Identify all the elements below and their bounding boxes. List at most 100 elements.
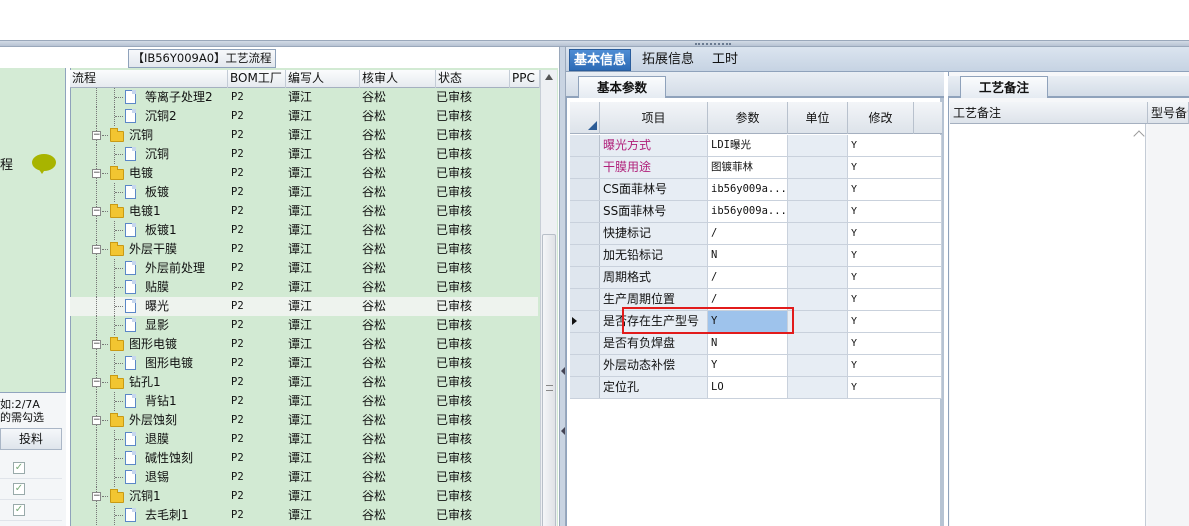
process-row[interactable]: − 外层干膜 P2 谭江 谷松 已审核 [70,240,538,259]
process-row[interactable]: − 外层蚀刻 P2 谭江 谷松 已审核 [70,411,538,430]
row-selector[interactable] [570,223,600,244]
process-header-col-writer[interactable]: 编写人 [286,70,360,88]
params-row[interactable]: 外层动态补偿 Y Y [570,355,942,377]
process-row[interactable]: 显影 P2 谭江 谷松 已审核 [70,316,538,335]
collapse-icon[interactable]: − [92,131,101,140]
feed-checkbox-row[interactable]: ✓ [0,500,62,521]
panel-splitter[interactable] [559,47,566,526]
param-item: 周期格式 [600,267,708,288]
scroll-thumb[interactable] [542,234,556,526]
process-row[interactable]: 退膜 P2 谭江 谷松 已审核 [70,430,538,449]
process-header-col-reviewer[interactable]: 核审人 [360,70,436,88]
collapse-icon[interactable]: − [92,169,101,178]
process-row[interactable]: 去毛刺1 P2 谭江 谷松 已审核 [70,506,538,525]
params-row[interactable]: 是否有负焊盘 N Y [570,333,942,355]
params-row[interactable]: 快捷标记 / Y [570,223,942,245]
feed-checkbox-row[interactable]: ✓ [0,458,62,479]
process-header-col-flow[interactable]: 流程 [70,70,228,88]
row-selector[interactable] [570,289,600,310]
process-row[interactable]: − 沉铜1 P2 谭江 谷松 已审核 [70,487,538,506]
row-selector[interactable] [570,377,600,398]
params-row[interactable]: SS面菲林号 ib56y009a... Y [570,201,942,223]
param-value[interactable]: Y [708,355,788,376]
params-header-param[interactable]: 参数 [708,102,788,134]
scroll-up-icon[interactable] [545,74,553,80]
params-header-modify[interactable]: 修改 [848,102,914,134]
collapse-icon[interactable]: − [92,340,101,349]
process-notes-body[interactable] [950,124,1146,526]
comment-icon[interactable] [32,154,56,174]
param-value[interactable]: LDI曝光 [708,135,788,156]
process-scrollbar[interactable] [540,70,557,526]
process-row[interactable]: 沉铜2 P2 谭江 谷松 已审核 [70,107,538,126]
process-row[interactable]: 贴膜 P2 谭江 谷松 已审核 [70,278,538,297]
collapse-icon[interactable]: − [92,492,101,501]
process-row[interactable]: 板镀1 P2 谭江 谷松 已审核 [70,221,538,240]
process-header-col-bom[interactable]: BOM工厂 [228,70,286,88]
row-selector[interactable] [570,267,600,288]
param-value[interactable]: / [708,223,788,244]
model-notes-body[interactable] [1148,124,1189,526]
process-row[interactable]: 曝光 P2 谭江 谷松 已审核 [70,297,538,316]
process-row[interactable]: 碱性蚀刻 P2 谭江 谷松 已审核 [70,449,538,468]
params-header-unit[interactable]: 单位 [788,102,848,134]
row-selector[interactable] [570,355,600,376]
params-row[interactable]: 曝光方式 LDI曝光 Y [570,135,942,157]
row-selector[interactable] [570,245,600,266]
process-row[interactable]: 图形电镀 P2 谭江 谷松 已审核 [70,354,538,373]
process-row[interactable]: − 电镀1 P2 谭江 谷松 已审核 [70,202,538,221]
param-value[interactable]: LO [708,377,788,398]
tab-process-notes[interactable]: 工艺备注 [960,76,1048,98]
process-header-col-status[interactable]: 状态 [436,70,510,88]
tab-basic-params[interactable]: 基本参数 [578,76,666,98]
params-row[interactable]: 加无铅标记 N Y [570,245,942,267]
param-value[interactable]: N [708,245,788,266]
feed-checkbox[interactable]: ✓ [13,462,25,474]
param-value[interactable]: ib56y009a... [708,179,788,200]
params-row[interactable]: 干膜用途 图镀菲林 Y [570,157,942,179]
params-header-item[interactable]: 项目 [600,102,708,134]
row-selector[interactable] [570,157,600,178]
process-notes-column[interactable]: 工艺备注 [950,102,1148,124]
row-selector[interactable] [570,135,600,156]
row-selector[interactable] [570,179,600,200]
splitter-grip[interactable] [695,43,731,46]
param-value[interactable]: / [708,267,788,288]
feed-checkbox[interactable]: ✓ [13,504,25,516]
tab-basic-info[interactable]: 基本信息 [569,49,632,71]
process-row[interactable]: − 图形电镀 P2 谭江 谷松 已审核 [70,335,538,354]
process-row[interactable]: 板镀 P2 谭江 谷松 已审核 [70,183,538,202]
feed-checkbox[interactable]: ✓ [13,483,25,495]
param-value[interactable]: 图镀菲林 [708,157,788,178]
process-row[interactable]: 背钻1 P2 谭江 谷松 已审核 [70,392,538,411]
collapse-left-icon[interactable] [561,367,565,375]
tab-extended-info[interactable]: 拓展信息 [638,49,698,71]
collapse-icon[interactable]: − [92,416,101,425]
params-row[interactable]: 周期格式 / Y [570,267,942,289]
collapse-icon[interactable]: − [92,207,101,216]
collapse-icon[interactable]: − [92,245,101,254]
params-row[interactable]: 定位孔 LO Y [570,377,942,399]
process-row[interactable]: 外层前处理 P2 谭江 谷松 已审核 [70,259,538,278]
collapse-left-icon[interactable] [561,427,565,435]
row-selector[interactable] [570,311,600,332]
row-selector[interactable] [570,201,600,222]
feed-column-header[interactable]: 投料 [0,428,62,450]
process-header-col-ppc[interactable]: PPC [510,70,540,88]
process-row[interactable]: 退锡 P2 谭江 谷松 已审核 [70,468,538,487]
row-selector[interactable] [570,333,600,354]
model-notes-column[interactable]: 型号备注 [1148,102,1189,124]
feed-checkbox-row[interactable]: ✓ [0,479,62,500]
params-row[interactable]: CS面菲林号 ib56y009a... Y [570,179,942,201]
param-item: 外层动态补偿 [600,355,708,376]
process-row[interactable]: − 沉铜 P2 谭江 谷松 已审核 [70,126,538,145]
process-row[interactable]: − 钻孔1 P2 谭江 谷松 已审核 [70,373,538,392]
process-row[interactable]: − 电镀 P2 谭江 谷松 已审核 [70,164,538,183]
param-value[interactable]: N [708,333,788,354]
process-row[interactable]: 沉铜 P2 谭江 谷松 已审核 [70,145,538,164]
writer: 谭江 [288,318,313,332]
param-value[interactable]: ib56y009a... [708,201,788,222]
collapse-icon[interactable]: − [92,378,101,387]
process-row[interactable]: 等离子处理2 P2 谭江 谷松 已审核 [70,88,538,107]
tab-work-hours[interactable]: 工时 [708,49,742,71]
